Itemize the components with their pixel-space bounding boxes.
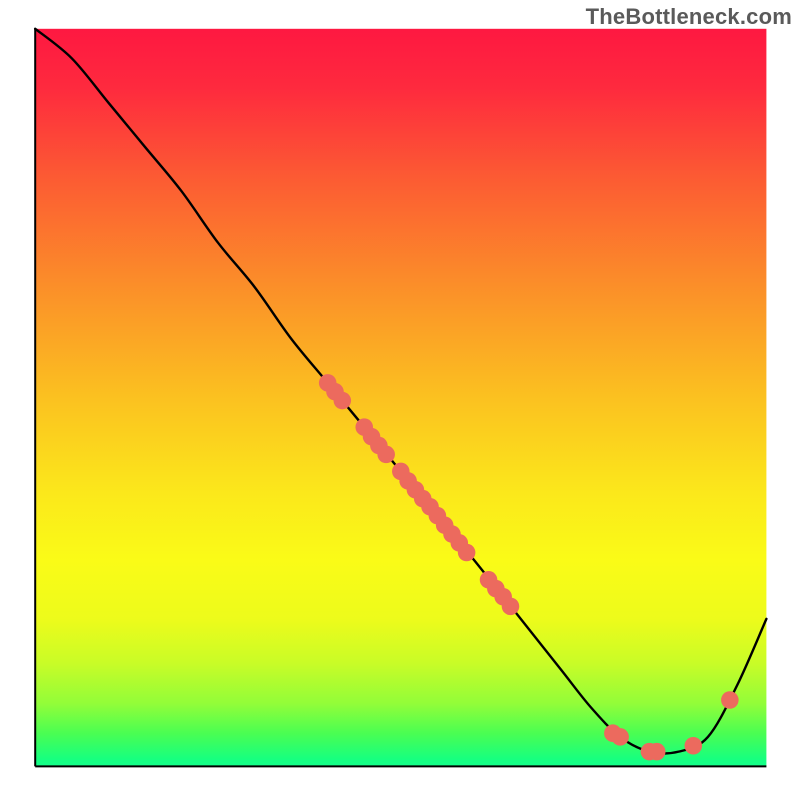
data-point	[721, 691, 739, 709]
chart-root: TheBottleneck.com	[0, 0, 800, 800]
bottleneck-chart	[0, 0, 800, 800]
data-point	[611, 728, 629, 746]
data-point	[458, 544, 476, 562]
data-point	[502, 598, 520, 616]
data-point	[648, 743, 666, 761]
plot-background	[35, 29, 766, 767]
data-point	[377, 446, 395, 464]
data-point	[334, 392, 352, 410]
data-point	[685, 737, 703, 755]
watermark-text: TheBottleneck.com	[586, 4, 792, 30]
